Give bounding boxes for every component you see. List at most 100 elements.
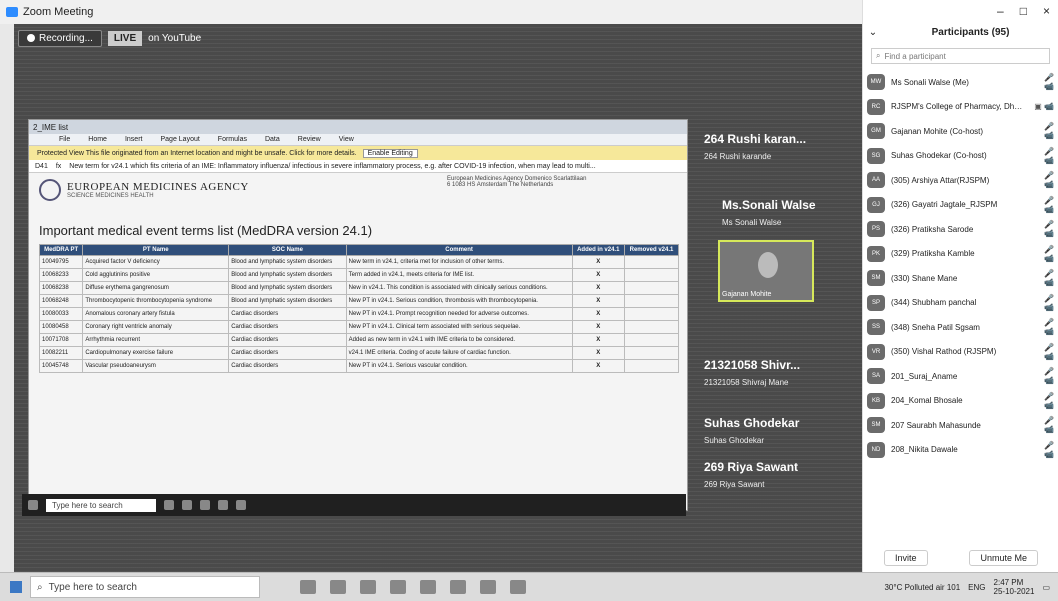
participant-tile[interactable]: 264 Rushi karan... 264 Rushi karande bbox=[704, 132, 844, 161]
table-cell[interactable] bbox=[624, 281, 679, 295]
table-cell[interactable]: Arrhythmia recurrent bbox=[82, 333, 230, 347]
table-cell[interactable]: Blood and lymphatic system disorders bbox=[228, 281, 347, 295]
column-header[interactable]: MedDRA PT bbox=[38, 244, 84, 256]
table-cell[interactable]: Cardiac disorders bbox=[228, 320, 347, 334]
table-row[interactable]: 10068248 Thrombocytopenic thrombocytopeni… bbox=[38, 294, 679, 308]
table-cell[interactable]: Vascular pseudoaneurysm bbox=[82, 359, 230, 373]
table-cell[interactable]: Thrombocytopenic thrombocytopenia syndro… bbox=[82, 294, 230, 308]
table-cell[interactable]: 10045748 bbox=[38, 359, 84, 373]
invite-button[interactable]: Invite bbox=[883, 550, 928, 566]
close-button[interactable]: × bbox=[1043, 4, 1050, 18]
table-cell[interactable]: 10049795 bbox=[38, 255, 84, 269]
ribbon-tab[interactable]: View bbox=[339, 136, 354, 143]
recording-button[interactable]: Recording... bbox=[18, 29, 102, 47]
table-row[interactable]: 10049795 Acquired factor V deficiency Bloo… bbox=[38, 255, 679, 269]
table-cell[interactable]: v24.1 IME criteria. Coding of acute fail… bbox=[345, 346, 573, 360]
table-cell[interactable]: 10068238 bbox=[38, 281, 84, 295]
table-cell[interactable]: X bbox=[571, 359, 626, 373]
table-cell[interactable]: 10068248 bbox=[38, 294, 84, 308]
weather-status[interactable]: 30°C Polluted air 101 bbox=[884, 583, 960, 592]
participant-tile[interactable]: Suhas Ghodekar Suhas Ghodekar bbox=[704, 416, 844, 445]
table-cell[interactable]: Blood and lymphatic system disorders bbox=[228, 268, 347, 282]
list-item[interactable]: SM 207 Saurabh Mahasunde 🎤 📹 bbox=[867, 413, 1054, 438]
table-cell[interactable]: Cold agglutinins positive bbox=[82, 268, 230, 282]
list-item[interactable]: SA 201_Suraj_Aname 🎤 📹 bbox=[867, 364, 1054, 389]
table-cell[interactable]: New PT in v24.1. Prompt recognition need… bbox=[345, 307, 573, 321]
live-badge[interactable]: LIVE bbox=[107, 30, 143, 46]
mic-video-icon[interactable]: 🎤 📹 bbox=[1032, 294, 1054, 312]
table-cell[interactable]: New term in v24.1, criteria met for incl… bbox=[345, 255, 573, 269]
table-row[interactable]: 10068233 Cold agglutinins positive Blood a… bbox=[38, 268, 679, 282]
mic-video-icon[interactable]: 🎤 📹 bbox=[1032, 122, 1054, 140]
list-item[interactable]: SG Suhas Ghodekar (Co-host) 🎤 📹 bbox=[867, 144, 1054, 169]
task-view-icon[interactable] bbox=[300, 580, 316, 594]
column-header[interactable]: Comment bbox=[345, 244, 573, 256]
ribbon-tab[interactable]: Home bbox=[88, 136, 107, 143]
table-cell[interactable]: Cardiac disorders bbox=[228, 359, 347, 373]
mic-video-icon[interactable]: 🎤 📹 bbox=[1032, 269, 1054, 287]
list-item[interactable]: SS (348) Sneha Patil Sgsam 🎤 📹 bbox=[867, 315, 1054, 340]
clock[interactable]: 2:47 PM 25-10-2021 bbox=[994, 578, 1035, 596]
table-cell[interactable]: X bbox=[571, 255, 626, 269]
table-cell[interactable]: X bbox=[571, 294, 626, 308]
mic-video-icon[interactable]: 🎤 📹 bbox=[1032, 318, 1054, 336]
participant-tile[interactable]: Ms.Sonali Walse Ms Sonali Walse bbox=[722, 198, 862, 227]
list-item[interactable]: MW Ms Sonali Walse (Me) 🎤 📹 bbox=[867, 70, 1054, 95]
table-cell[interactable] bbox=[624, 359, 679, 373]
list-item[interactable]: ND 208_Nikita Dawale 🎤 📹 bbox=[867, 438, 1054, 463]
zoom-icon[interactable] bbox=[480, 580, 496, 594]
table-cell[interactable]: New PT in v24.1. Clinical term associate… bbox=[345, 320, 573, 334]
find-participant-input[interactable]: ⌕ Find a participant bbox=[871, 48, 1050, 64]
column-header[interactable]: Added in v24.1 bbox=[571, 244, 626, 256]
mic-video-icon[interactable]: 🎤 📹 bbox=[1032, 245, 1054, 263]
table-cell[interactable]: Cardiac disorders bbox=[228, 307, 347, 321]
mic-video-icon[interactable]: 🎤 📹 bbox=[1032, 73, 1054, 91]
notification-icon[interactable]: ▭ bbox=[1042, 583, 1050, 592]
ribbon-tab[interactable]: Insert bbox=[125, 136, 143, 143]
language-indicator[interactable]: ENG bbox=[968, 583, 985, 592]
table-cell[interactable] bbox=[624, 320, 679, 334]
table-cell[interactable]: New PT in v24.1. Serious vascular condit… bbox=[345, 359, 573, 373]
mic-video-icon[interactable]: 🎤 📹 bbox=[1032, 441, 1054, 459]
ribbon-tab[interactable]: Data bbox=[265, 136, 280, 143]
participant-tile[interactable]: 269 Riya Sawant 269 Riya Sawant bbox=[704, 460, 844, 489]
table-row[interactable]: 10045748 Vascular pseudoaneurysm Cardiac d… bbox=[38, 359, 679, 373]
stream-target[interactable]: on YouTube bbox=[148, 33, 201, 44]
table-cell[interactable] bbox=[624, 333, 679, 347]
ribbon-tab[interactable]: Review bbox=[298, 136, 321, 143]
mic-video-icon[interactable]: 🎤 📹 bbox=[1032, 392, 1054, 410]
excel-icon[interactable] bbox=[510, 580, 526, 594]
table-cell[interactable]: Cardiopulmonary exercise failure bbox=[82, 346, 230, 360]
table-cell[interactable]: 10080458 bbox=[38, 320, 84, 334]
table-cell[interactable]: X bbox=[571, 320, 626, 334]
list-item[interactable]: KB 204_Komal Bhosale 🎤 📹 bbox=[867, 389, 1054, 414]
ribbon-tab[interactable]: Formulas bbox=[218, 136, 247, 143]
table-cell[interactable]: Term added in v24.1, meets criteria for … bbox=[345, 268, 573, 282]
table-cell[interactable]: Blood and lymphatic system disorders bbox=[228, 294, 347, 308]
unmute-me-button[interactable]: Unmute Me bbox=[969, 550, 1038, 566]
mic-video-icon[interactable]: 🎤 📹 bbox=[1032, 367, 1054, 385]
mic-video-icon[interactable]: 🎤 📹 bbox=[1032, 416, 1054, 434]
chrome-icon[interactable] bbox=[420, 580, 436, 594]
list-item[interactable]: RC RJSPM's College of Pharmacy, Dhon... ▣ … bbox=[867, 95, 1054, 120]
list-item[interactable]: PK (329) Pratiksha Kamble 🎤 📹 bbox=[867, 242, 1054, 267]
table-cell[interactable]: New PT in v24.1. Serious condition, thro… bbox=[345, 294, 573, 308]
table-cell[interactable]: Cardiac disorders bbox=[228, 346, 347, 360]
list-item[interactable]: VR (350) Vishal Rathod (RJSPM) 🎤 📹 bbox=[867, 340, 1054, 365]
table-cell[interactable]: 10082211 bbox=[38, 346, 84, 360]
mic-video-icon[interactable]: ▣ 📹 bbox=[1032, 102, 1054, 111]
table-cell[interactable]: Anomalous coronary artery fistula bbox=[82, 307, 230, 321]
table-cell[interactable]: Blood and lymphatic system disorders bbox=[228, 255, 347, 269]
minimize-button[interactable]: – bbox=[997, 4, 1004, 18]
ribbon-tab[interactable]: File bbox=[59, 136, 70, 143]
table-cell[interactable]: 10068233 bbox=[38, 268, 84, 282]
table-cell[interactable]: X bbox=[571, 281, 626, 295]
table-cell[interactable]: Coronary right ventricle anomaly bbox=[82, 320, 230, 334]
table-row[interactable]: 10071708 Arrhythmia recurrent Cardiac diso… bbox=[38, 333, 679, 347]
chevron-down-icon[interactable]: ⌄ bbox=[863, 27, 883, 38]
cell-reference[interactable]: D41 bbox=[35, 163, 48, 170]
table-cell[interactable]: Diffuse erythema gangrenosum bbox=[82, 281, 230, 295]
table-cell[interactable]: 10080033 bbox=[38, 307, 84, 321]
table-row[interactable]: 10082211 Cardiopulmonary exercise failure… bbox=[38, 346, 679, 360]
column-header[interactable]: Removed v24.1 bbox=[624, 244, 679, 256]
